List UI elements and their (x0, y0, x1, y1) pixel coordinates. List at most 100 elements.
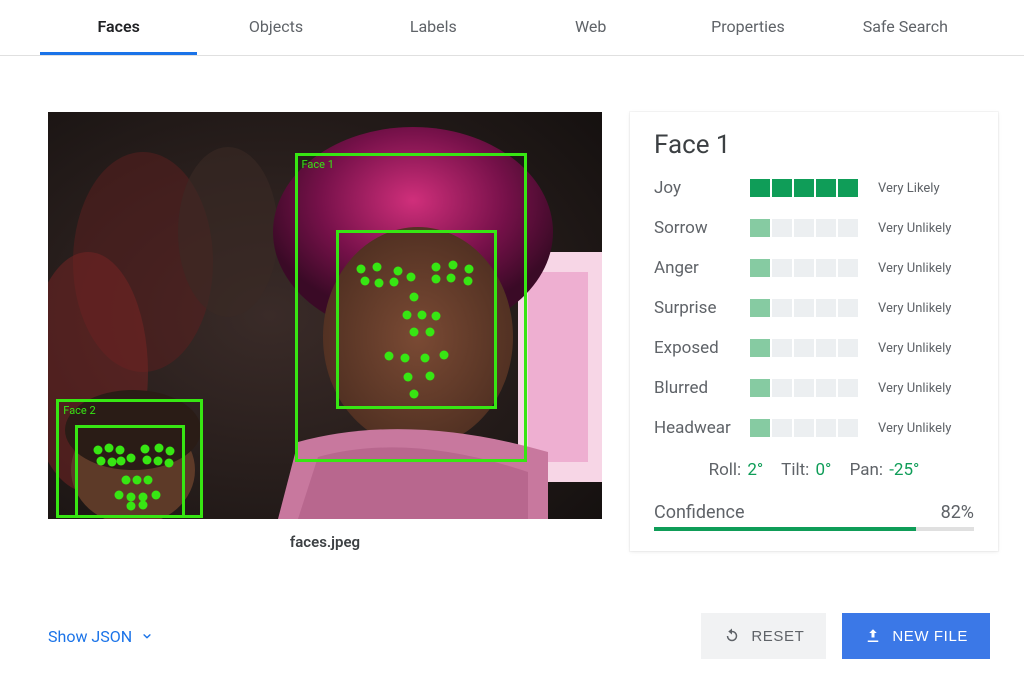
face-landmark (417, 310, 426, 319)
likelihood-bar (750, 259, 866, 277)
confidence-label: Confidence (654, 502, 745, 523)
likelihood-segment (750, 339, 770, 357)
face-landmark (152, 490, 161, 499)
likelihood-segment (816, 339, 836, 357)
tab-safe-search[interactable]: Safe Search (827, 0, 984, 55)
face-landmark (401, 354, 410, 363)
likelihood-segment (838, 179, 858, 197)
likelihood-row-exposed: Exposed Very Unlikely (654, 328, 974, 368)
pan-value: -25° (889, 460, 919, 480)
pan-label: Pan: (850, 460, 883, 480)
face-landmark (127, 501, 136, 510)
tabs: Faces Objects LabelsWeb Properties Safe Sear… (0, 0, 1024, 56)
face-landmark (420, 354, 429, 363)
face-landmark (116, 445, 125, 454)
likelihood-segment (750, 219, 770, 237)
likelihood-level: Very Unlikely (878, 381, 951, 396)
likelihood-segment (794, 219, 814, 237)
confidence-fill (654, 527, 916, 531)
chevron-down-icon (140, 629, 154, 643)
likelihood-row-anger: AngerVery Unlikely (654, 248, 974, 288)
likelihood-attr: Exposed (654, 338, 750, 358)
tab-labels[interactable]: Labels (355, 0, 512, 55)
face-landmark (431, 274, 440, 283)
likelihood-level: Very Unlikely (878, 261, 951, 276)
likelihood-segment (838, 419, 858, 437)
likelihood-level: Very Unlikely (878, 301, 951, 316)
tab-properties[interactable]: Properties (669, 0, 826, 55)
new-file-label: NEW FILE (892, 628, 968, 645)
likelihood-level: Very Unlikely (878, 341, 951, 356)
likelihood-segment (838, 259, 858, 277)
likelihood-segment (816, 379, 836, 397)
likelihood-attr: Headwear (654, 418, 750, 438)
face-bounding-box[interactable] (336, 230, 497, 409)
tab-objects[interactable]: Objects (197, 0, 354, 55)
face-landmark (165, 446, 174, 455)
face-landmark (360, 276, 369, 285)
likelihood-row-sorrow: SorrowVery Unlikely (654, 208, 974, 248)
likelihood-segment (794, 419, 814, 437)
likelihoods-list: JoyVery LikelySorrowVery UnlikelyAngerVe… (654, 168, 974, 448)
face-landmark (132, 476, 141, 485)
face-landmark (96, 457, 105, 466)
footer: Show JSON RESET NEW FILE (0, 613, 1024, 659)
likelihood-segment (794, 179, 814, 197)
face-landmark (140, 444, 149, 453)
main-content: Face 1Face 2 faces.jpeg Face 1 JoyVery L… (0, 112, 1024, 551)
likelihood-level: Very Unlikely (878, 221, 951, 236)
likelihood-segment (816, 259, 836, 277)
face-landmark (142, 456, 151, 465)
face-landmark (431, 262, 440, 271)
likelihood-segment (794, 259, 814, 277)
tab-web[interactable]: Web (512, 0, 669, 55)
likelihood-segment (750, 179, 770, 197)
likelihood-segment (772, 259, 792, 277)
likelihood-level: Very Unlikely (878, 421, 951, 436)
image-preview: Face 1Face 2 (48, 112, 602, 519)
face-landmark (357, 264, 366, 273)
face-landmark (104, 443, 113, 452)
face-landmark (153, 457, 162, 466)
likelihood-attr: Surprise (654, 298, 750, 318)
tab-label: Objects (249, 17, 303, 36)
face-title: Face 1 (654, 130, 974, 160)
face-landmark (448, 260, 457, 269)
likelihood-bar (750, 219, 866, 237)
new-file-button[interactable]: NEW FILE (842, 613, 990, 659)
likelihood-segment (794, 299, 814, 317)
face-landmark (114, 490, 123, 499)
likelihood-segment (816, 299, 836, 317)
face-landmark (143, 476, 152, 485)
likelihood-level: Very Likely (878, 181, 940, 196)
roll-label: Roll: (709, 460, 742, 480)
tab-label: Properties (711, 17, 785, 36)
upload-icon (864, 627, 882, 645)
likelihood-segment (750, 379, 770, 397)
likelihood-segment (816, 419, 836, 437)
tab-faces[interactable]: Faces (40, 0, 197, 55)
face-landmark (409, 390, 418, 399)
face-landmark (426, 371, 435, 380)
face-landmark (121, 476, 130, 485)
likelihood-segment (750, 299, 770, 317)
confidence-row: Confidence 82% (654, 502, 974, 523)
likelihood-row-headwear: Headwear Very Unlikely (654, 408, 974, 448)
face-box-label: Face 2 (63, 404, 95, 417)
face-landmark (431, 311, 440, 320)
face-landmark (164, 458, 173, 467)
likelihood-segment (772, 379, 792, 397)
tab-label: Safe Search (863, 17, 948, 36)
reset-button[interactable]: RESET (701, 613, 826, 659)
face-landmark (446, 274, 455, 283)
roll-value: 2° (747, 460, 763, 480)
image-column: Face 1Face 2 faces.jpeg (48, 112, 602, 551)
likelihood-bar (750, 179, 866, 197)
likelihood-bar (750, 299, 866, 317)
face-landmark (465, 264, 474, 273)
likelihood-segment (816, 219, 836, 237)
likelihood-segment (772, 179, 792, 197)
face-landmark (127, 492, 136, 501)
show-json-button[interactable]: Show JSON (48, 627, 154, 646)
face-landmark (393, 266, 402, 275)
